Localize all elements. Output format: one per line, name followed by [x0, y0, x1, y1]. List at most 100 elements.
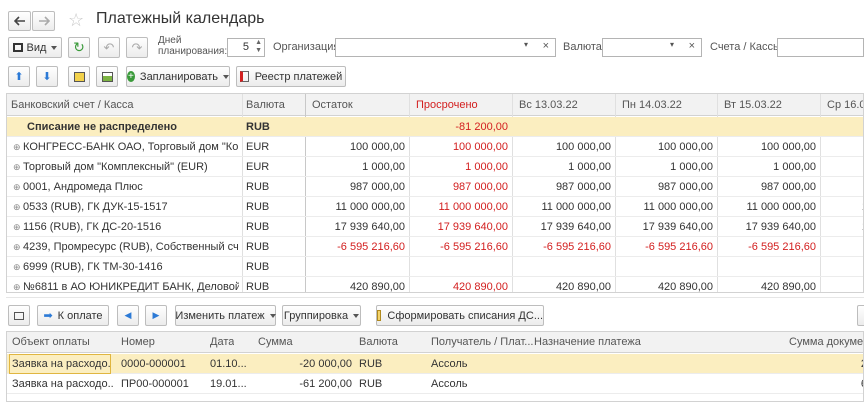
table-add-icon [73, 71, 85, 82]
spinner-icon[interactable]: ▲ ▼ [255, 39, 262, 55]
col-day1[interactable]: Вс 13.03.22 [519, 95, 578, 115]
table-row[interactable]: ⊕ 0533 (RUB), ГК ДУК-15-1517 RUB 11 000 00… [7, 197, 863, 217]
expand-button[interactable] [8, 305, 30, 326]
col-recipient[interactable]: Получатель / Плат... [431, 332, 533, 352]
accounts-input[interactable] [777, 38, 864, 57]
table-settings-button[interactable] [96, 66, 118, 87]
form-debits-button[interactable]: Сформировать списания ДС... [376, 305, 544, 326]
table-cell-d1: 1 000,00 [514, 157, 611, 177]
expand-icon[interactable]: ⊕ [13, 142, 23, 152]
table-cell-bal: 11 000 000,00 [307, 197, 405, 217]
table-cell-bal: 100 000,00 [307, 137, 405, 157]
cell-text: 1 000,00 [773, 161, 816, 173]
expand-icon[interactable]: ⊕ [13, 202, 23, 212]
table-cell-name: ⊕ 1156 (RUB), ГК ДС-20-1516 [13, 217, 239, 237]
table-cell-d4: 1 [822, 197, 863, 217]
redo-button[interactable]: ↷ [126, 37, 148, 58]
organization-input[interactable]: ▾ × [335, 38, 556, 57]
splitter[interactable] [6, 297, 864, 298]
col-balance[interactable]: Остаток [312, 95, 353, 115]
table-row[interactable]: ⊕ Торговый дом "Комплексный" (EUR) EUR 1 0… [7, 157, 863, 177]
cell-text: 1 000,00 [465, 161, 508, 173]
col-purpose[interactable]: Назначение платежа [534, 332, 641, 352]
expand-icon[interactable]: ⊕ [13, 282, 23, 292]
col-number[interactable]: Номер [121, 332, 155, 352]
table-cell-bal: 987 000,00 [307, 177, 405, 197]
table-row[interactable]: ⊕ КОНГРЕСС-БАНК ОАО, Торговый дом "Ко...… [7, 137, 863, 157]
table-cell-over: 100 000,00 [411, 137, 508, 157]
table-cell-d3 [719, 257, 816, 277]
cell-text: 11 000 000,00 [643, 201, 713, 213]
grouping-button[interactable]: Группировка [282, 305, 361, 326]
table-cell-d2: 11 000 000,00 [617, 197, 713, 217]
change-payment-button[interactable]: Изменить платеж [175, 305, 276, 326]
cell-text: RUB [246, 201, 270, 213]
table-row[interactable]: Заявка на расходо... 0000-000001 01.10... -… [7, 354, 863, 374]
plan-button[interactable]: + Запланировать [126, 66, 230, 87]
col-currency[interactable]: Валюта [246, 95, 285, 115]
table-cell-recv: Ассоль [431, 378, 468, 390]
table-cell-d1: 17 939 640,00 [514, 217, 611, 237]
prev-button[interactable]: ◀ [117, 305, 139, 326]
move-down-button[interactable]: ⬇ [36, 66, 58, 87]
table-cell-over: 17 939 640,00 [411, 217, 508, 237]
cell-text: RUB [246, 281, 270, 293]
to-payment-button[interactable]: ➡ К оплате [37, 305, 109, 326]
cell-text: КОНГРЕСС-БАНК ОАО, Торговый дом "Ко... [23, 141, 239, 153]
table-cell-name: ⊕ №6811 в АО ЮНИКРЕДИТ БАНК, Деловой ... [13, 277, 239, 292]
cell-text: RUB [246, 221, 270, 233]
expand-icon[interactable]: ⊕ [13, 222, 23, 232]
table-cell-d4 [822, 117, 863, 137]
clear-icon[interactable]: × [543, 40, 549, 52]
table-cell-d4: - [822, 237, 863, 257]
clear-icon[interactable]: × [689, 40, 695, 52]
payment-registry-button[interactable]: Реестр платежей [236, 66, 346, 87]
dropdown-icon[interactable]: ▾ [670, 40, 674, 49]
table-row[interactable]: ⊕ 0001, Андромеда Плюс RUB 987 000,00 987 0… [7, 177, 863, 197]
favorite-star-icon[interactable]: ☆ [68, 10, 84, 30]
table-cell-d3: -6 595 216,60 [719, 237, 816, 257]
table-row[interactable]: ⊕ 6999 (RUB), ГК ТМ-30-1416 RUB [7, 257, 863, 277]
cell-text: RUB [246, 261, 270, 273]
arrow-down-icon: ⬇ [42, 71, 52, 83]
back-button[interactable] [8, 11, 31, 31]
table-row[interactable]: ⊕ №6811 в АО ЮНИКРЕДИТ БАНК, Деловой ...… [7, 277, 863, 293]
cell-text: 11 000 000,00 [438, 201, 508, 213]
table-cell-d4 [822, 157, 863, 177]
table-cell-bal: 420 890,00 [307, 277, 405, 292]
col-date[interactable]: Дата [210, 332, 234, 352]
arrow-up-icon: ⬆ [14, 71, 24, 83]
dropdown-icon[interactable]: ▾ [524, 40, 528, 49]
col-overdue[interactable]: Просрочено [416, 95, 478, 115]
more-button[interactable] [857, 305, 864, 326]
table-row[interactable]: ⊕ 1156 (RUB), ГК ДС-20-1516 RUB 17 939 640… [7, 217, 863, 237]
cell-text: -6 595 216,60 [645, 241, 713, 253]
undo-button[interactable]: ↶ [98, 37, 120, 58]
move-up-button[interactable]: ⬆ [8, 66, 30, 87]
expand-icon[interactable]: ⊕ [13, 182, 23, 192]
col-account[interactable]: Банковский счет / Касса [11, 95, 134, 115]
table-row[interactable]: Заявка на расходо... ПР00-000001 19.01... -… [7, 374, 863, 394]
col-object[interactable]: Объект оплаты [12, 332, 90, 352]
next-button[interactable]: ▶ [145, 305, 167, 326]
days-label: Дней планирования: [158, 35, 228, 57]
col-currency[interactable]: Валюта [359, 332, 398, 352]
add-row-button[interactable] [68, 66, 90, 87]
forward-button[interactable] [32, 11, 55, 31]
col-sum[interactable]: Сумма [258, 332, 293, 352]
table-row-unallocated[interactable]: Списание не распределено RUB -81 200,00 [7, 117, 863, 137]
expand-icon[interactable]: ⊕ [13, 262, 23, 272]
table-cell-d3: 987 000,00 [719, 177, 816, 197]
table-cell-d2: 987 000,00 [617, 177, 713, 197]
col-day3[interactable]: Вт 15.03.22 [724, 95, 782, 115]
expand-icon[interactable]: ⊕ [13, 242, 23, 252]
currency-input[interactable]: ▾ × [602, 38, 702, 57]
view-menu-button[interactable]: Вид [8, 37, 62, 58]
table-row[interactable]: ⊕ 4239, Промресурс (RUB), Собственный сч… [7, 237, 863, 257]
col-doc-sum[interactable]: Сумма документа [789, 332, 863, 352]
col-day2[interactable]: Пн 14.03.22 [622, 95, 682, 115]
refresh-button[interactable]: ↻ [68, 37, 90, 58]
days-input[interactable]: 5 ▲ ▼ [227, 38, 265, 57]
col-day4[interactable]: Ср 16.03 [827, 95, 863, 115]
expand-icon[interactable]: ⊕ [13, 162, 23, 172]
